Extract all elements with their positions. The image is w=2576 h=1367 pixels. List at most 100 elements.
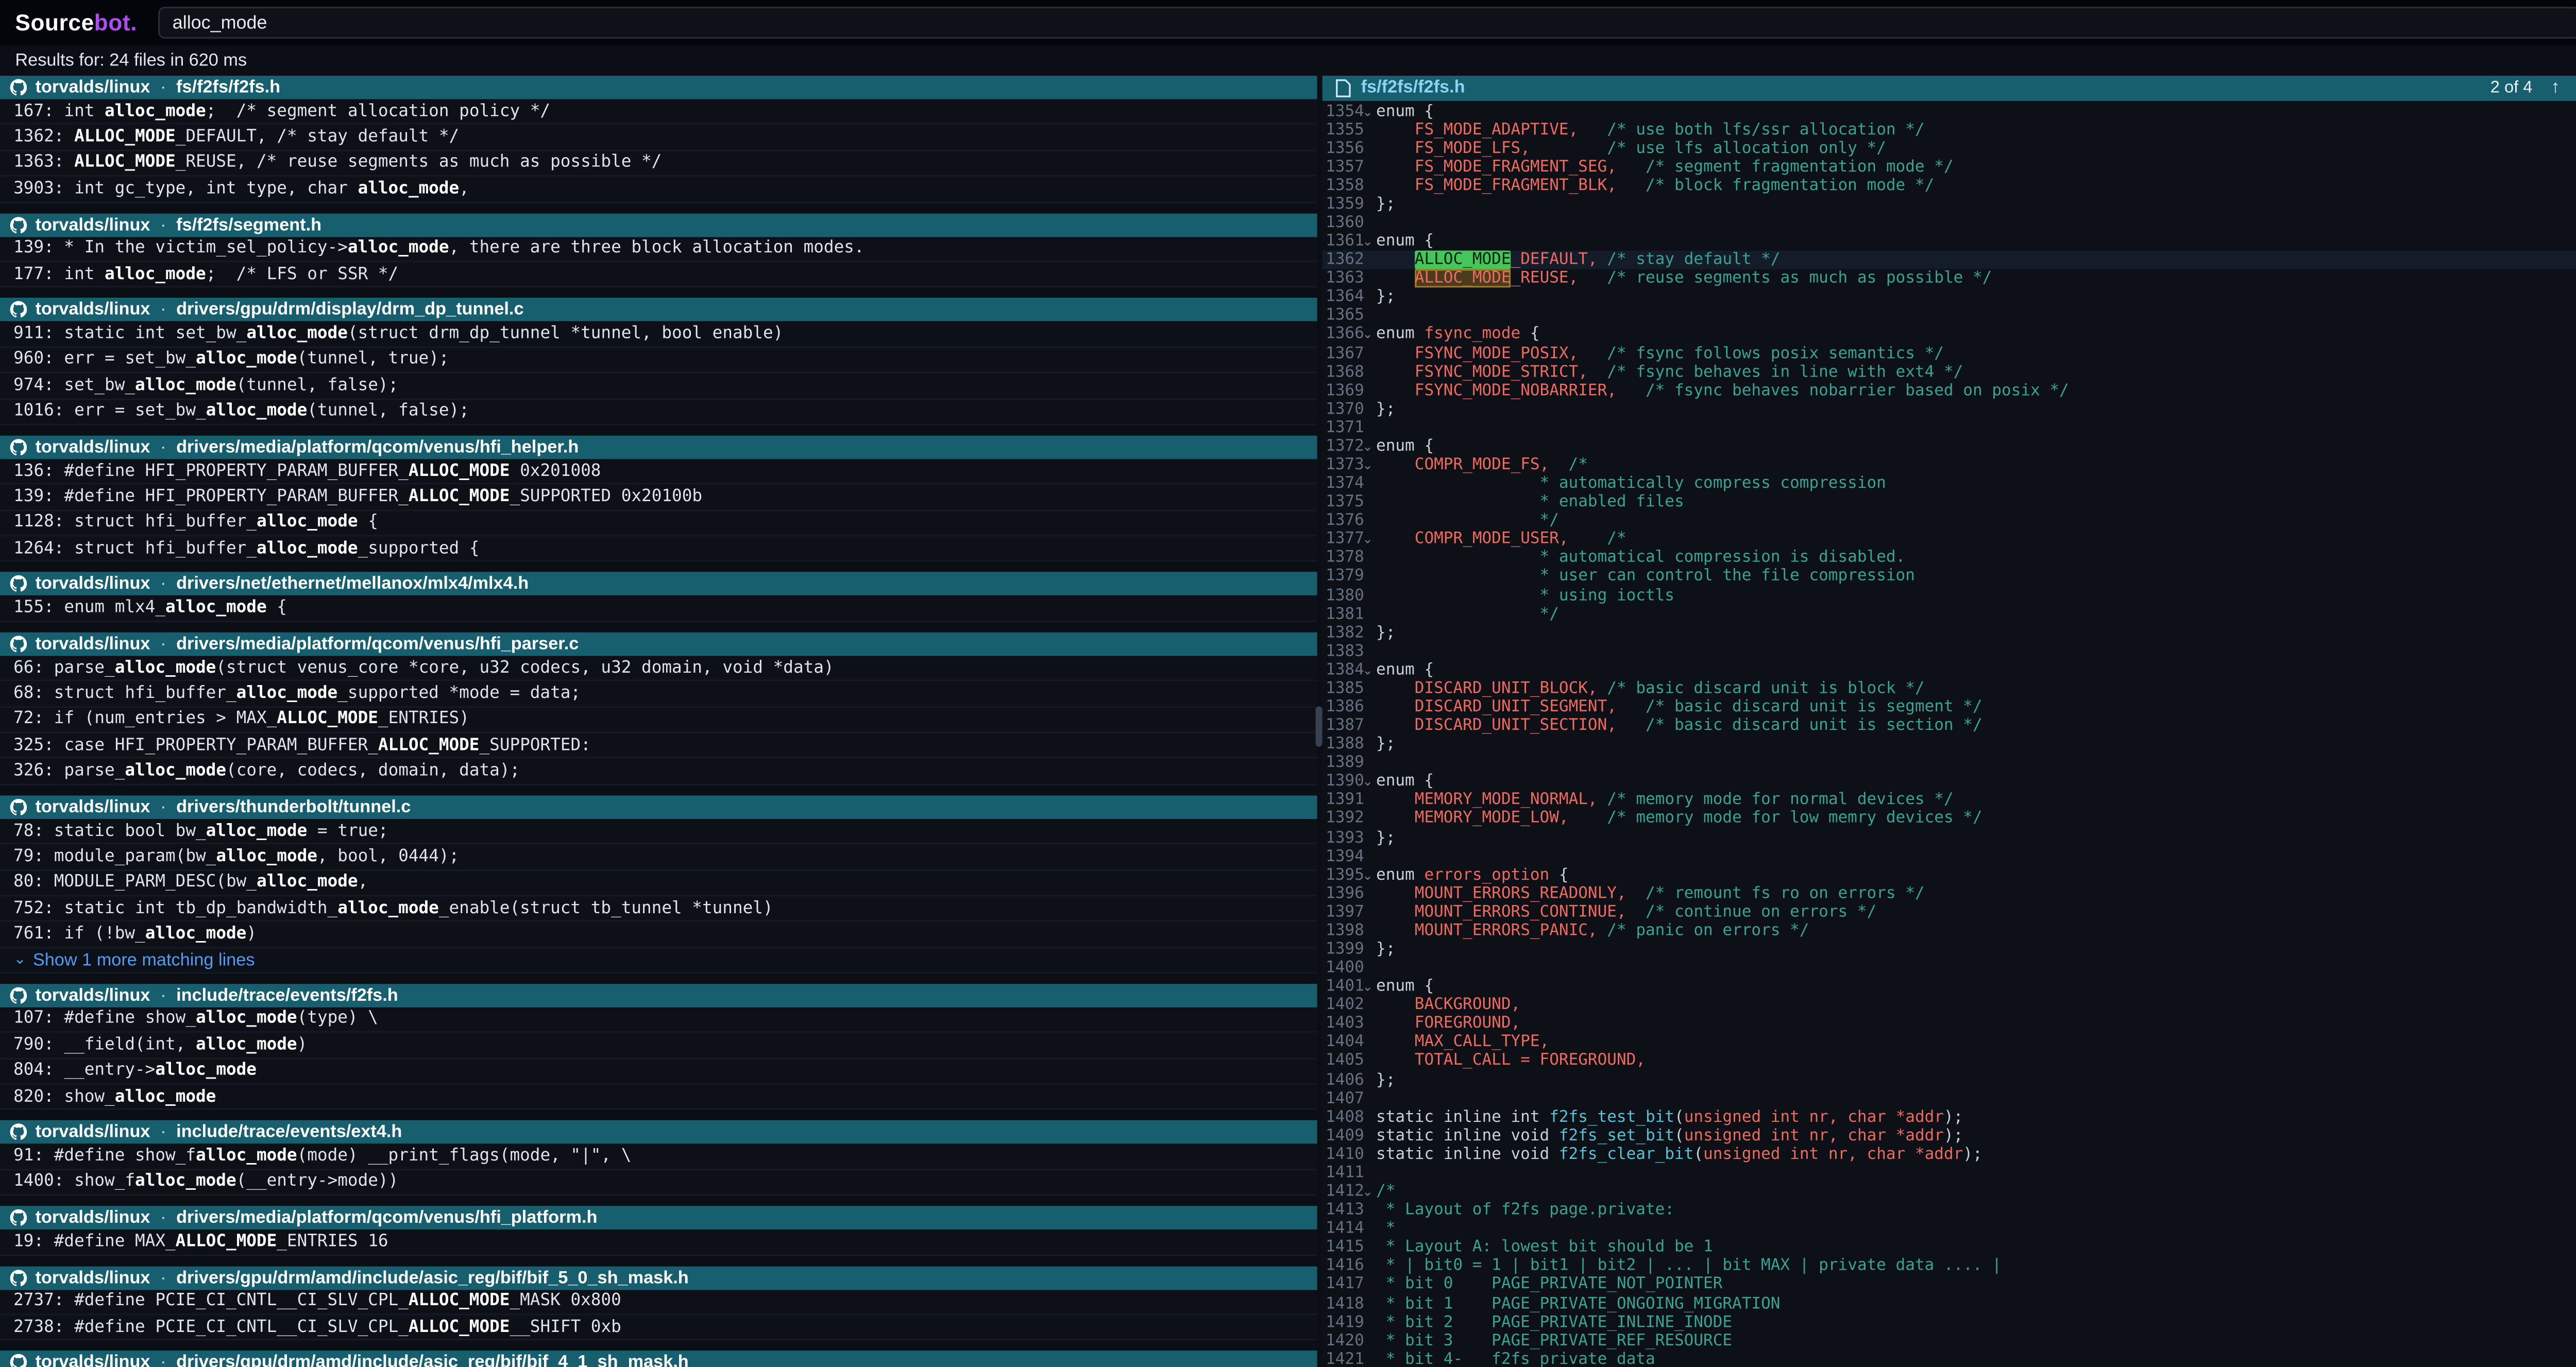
match-line[interactable]: 107: #define show_alloc_mode(type) \	[0, 1007, 1317, 1033]
code-line[interactable]: 1419 * bit 2 PAGE_PRIVATE_INLINE_INODE	[1323, 1313, 2576, 1331]
code-line[interactable]: 1393};	[1323, 828, 2576, 847]
file-group-header[interactable]: torvalds/linux·include/trace/events/f2fs…	[0, 983, 1317, 1007]
match-line[interactable]: 1362: ALLOC_MODE_DEFAULT, /* stay defaul…	[0, 125, 1317, 151]
panel-divider[interactable]	[1317, 76, 1323, 1367]
fold-chevron-icon[interactable]: ⌄	[1359, 531, 1376, 549]
code-line[interactable]: 1407	[1323, 1089, 2576, 1108]
code-line[interactable]: 1404 MAX_CALL_TYPE,	[1323, 1033, 2576, 1052]
code-line[interactable]: 1414 *	[1323, 1220, 2576, 1238]
code-line[interactable]: 1364};	[1323, 288, 2576, 306]
match-line[interactable]: 761: if (!bw_alloc_mode)	[0, 922, 1317, 948]
code-line[interactable]: 1408static inline int f2fs_test_bit(unsi…	[1323, 1108, 2576, 1126]
match-line[interactable]: 2737: #define PCIE_CI_CNTL__CI_SLV_CPL_A…	[0, 1289, 1317, 1315]
file-group-header[interactable]: torvalds/linux·drivers/gpu/drm/amd/inclu…	[0, 1351, 1317, 1367]
code-line[interactable]: 1402 BACKGROUND,	[1323, 996, 2576, 1015]
code-line[interactable]: 1416 * | bit0 = 1 | bit1 | bit2 | ... | …	[1323, 1257, 2576, 1275]
code-line[interactable]: 1418 * bit 1 PAGE_PRIVATE_ONGOING_MIGRAT…	[1323, 1294, 2576, 1313]
code-line[interactable]: 1369 FSYNC_MODE_NOBARRIER, /* fsync beha…	[1323, 381, 2576, 400]
match-line[interactable]: 66: parse_alloc_mode(struct venus_core *…	[0, 656, 1317, 681]
code-line[interactable]: 1379 * user can control the file compres…	[1323, 568, 2576, 586]
match-line[interactable]: 752: static int tb_dp_bandwidth_alloc_mo…	[0, 896, 1317, 922]
code-line[interactable]: 1395⌄enum errors_option {	[1323, 866, 2576, 884]
code-line[interactable]: 1390⌄enum {	[1323, 773, 2576, 791]
code-line[interactable]: 1388};	[1323, 735, 2576, 754]
code-line[interactable]: 1398 MOUNT_ERRORS_PANIC, /* panic on err…	[1323, 921, 2576, 940]
file-group-header[interactable]: torvalds/linux·drivers/media/platform/qc…	[0, 1206, 1317, 1230]
code-line[interactable]: 1382};	[1323, 623, 2576, 642]
match-line[interactable]: 1400: show_falloc_mode(__entry->mode))	[0, 1170, 1317, 1196]
fold-chevron-icon[interactable]: ⌄	[1359, 232, 1376, 251]
match-line[interactable]: 3903: int gc_type, int type, char alloc_…	[0, 177, 1317, 202]
match-line[interactable]: 326: parse_alloc_mode(core, codecs, doma…	[0, 759, 1317, 785]
fold-chevron-icon[interactable]: ⌄	[1359, 978, 1376, 996]
show-more-link[interactable]: ⌄Show 1 more matching lines	[0, 948, 1317, 973]
match-line[interactable]: 19: #define MAX_ALLOC_MODE_ENTRIES 16	[0, 1229, 1317, 1255]
file-group-header[interactable]: torvalds/linux·drivers/gpu/drm/amd/inclu…	[0, 1266, 1317, 1289]
fold-chevron-icon[interactable]: ⌄	[1359, 437, 1376, 456]
match-line[interactable]: 136: #define HFI_PROPERTY_PARAM_BUFFER_A…	[0, 459, 1317, 485]
match-line[interactable]: 1264: struct hfi_buffer_alloc_mode_suppo…	[0, 537, 1317, 562]
match-line[interactable]: 78: static bool bw_alloc_mode = true;	[0, 819, 1317, 845]
code-line[interactable]: 1356 FS_MODE_LFS, /* use lfs allocation …	[1323, 139, 2576, 158]
file-group-header[interactable]: torvalds/linux·drivers/media/platform/qc…	[0, 632, 1317, 656]
search-input[interactable]	[157, 7, 2576, 39]
match-line[interactable]: 155: enum mlx4_alloc_mode {	[0, 596, 1317, 622]
code-line[interactable]: 1389	[1323, 754, 2576, 773]
match-line[interactable]: 167: int alloc_mode; /* segment allocati…	[0, 99, 1317, 125]
code-line[interactable]: 1376 */	[1323, 511, 2576, 530]
code-line[interactable]: 1362 ALLOC_MODE_DEFAULT, /* stay default…	[1323, 251, 2576, 269]
code-line[interactable]: 1412⌄/*	[1323, 1183, 2576, 1201]
code-line[interactable]: 1378 * automatical compression is disabl…	[1323, 549, 2576, 568]
match-line[interactable]: 960: err = set_bw_alloc_mode(tunnel, tru…	[0, 348, 1317, 373]
code-line[interactable]: 1374 * automatically compress compressio…	[1323, 474, 2576, 493]
match-line[interactable]: 325: case HFI_PROPERTY_PARAM_BUFFER_ALLO…	[0, 733, 1317, 759]
panel-resize-grip[interactable]	[1315, 706, 1322, 746]
code-line[interactable]: 1421 * bit 4- f2fs private data	[1323, 1350, 2576, 1367]
code-line[interactable]: 1397 MOUNT_ERRORS_CONTINUE, /* continue …	[1323, 903, 2576, 921]
code-line[interactable]: 1383	[1323, 642, 2576, 661]
file-group-header[interactable]: torvalds/linux·fs/f2fs/f2fs.h	[0, 76, 1317, 99]
prev-match-button[interactable]: ↑	[2546, 79, 2565, 96]
code-line[interactable]: 1403 FOREGROUND,	[1323, 1015, 2576, 1033]
code-line[interactable]: 1406};	[1323, 1071, 2576, 1089]
code-line[interactable]: 1368 FSYNC_MODE_STRICT, /* fsync behaves…	[1323, 363, 2576, 381]
file-group-header[interactable]: torvalds/linux·drivers/net/ethernet/mell…	[0, 573, 1317, 596]
match-line[interactable]: 911: static int set_bw_alloc_mode(struct…	[0, 322, 1317, 348]
match-line[interactable]: 974: set_bw_alloc_mode(tunnel, false);	[0, 373, 1317, 399]
match-line[interactable]: 177: int alloc_mode; /* LFS or SSR */	[0, 262, 1317, 288]
code-line[interactable]: 1358 FS_MODE_FRAGMENT_BLK, /* block frag…	[1323, 176, 2576, 195]
fold-chevron-icon[interactable]: ⌄	[1359, 326, 1376, 344]
code-line[interactable]: 1396 MOUNT_ERRORS_READONLY, /* remount f…	[1323, 884, 2576, 903]
code-line[interactable]: 1360	[1323, 214, 2576, 232]
code-line[interactable]: 1409static inline void f2fs_set_bit(unsi…	[1323, 1126, 2576, 1145]
code-line[interactable]: 1384⌄enum {	[1323, 661, 2576, 679]
code-line[interactable]: 1363 ALLOC_MODE_REUSE, /* reuse segments…	[1323, 269, 2576, 288]
match-line[interactable]: 68: struct hfi_buffer_alloc_mode_support…	[0, 681, 1317, 707]
code-line[interactable]: 1359};	[1323, 195, 2576, 213]
code-line[interactable]: 1387 DISCARD_UNIT_SECTION, /* basic disc…	[1323, 716, 2576, 735]
code-line[interactable]: 1381 */	[1323, 605, 2576, 623]
code-line[interactable]: 1357 FS_MODE_FRAGMENT_SEG, /* segment fr…	[1323, 158, 2576, 176]
code-line[interactable]: 1377⌄ COMPR_MODE_USER, /*	[1323, 531, 2576, 549]
file-group-header[interactable]: torvalds/linux·include/trace/events/ext4…	[0, 1121, 1317, 1144]
code-line[interactable]: 1367 FSYNC_MODE_POSIX, /* fsync follows …	[1323, 344, 2576, 363]
fold-chevron-icon[interactable]: ⌄	[1359, 456, 1376, 474]
code-line[interactable]: 1361⌄enum {	[1323, 232, 2576, 251]
fold-chevron-icon[interactable]: ⌄	[1359, 866, 1376, 884]
file-group-header[interactable]: torvalds/linux·fs/f2fs/segment.h	[0, 213, 1317, 236]
match-line[interactable]: 2738: #define PCIE_CI_CNTL__CI_SLV_CPL_A…	[0, 1315, 1317, 1341]
code-line[interactable]: 1386 DISCARD_UNIT_SEGMENT, /* basic disc…	[1323, 698, 2576, 716]
code-line[interactable]: 1400	[1323, 959, 2576, 978]
fold-chevron-icon[interactable]: ⌄	[1359, 661, 1376, 679]
code-line[interactable]: 1365	[1323, 306, 2576, 325]
code-line[interactable]: 1355 FS_MODE_ADAPTIVE, /* use both lfs/s…	[1323, 121, 2576, 139]
match-line[interactable]: 72: if (num_entries > MAX_ALLOC_MODE_ENT…	[0, 708, 1317, 733]
code-line[interactable]: 1415 * Layout A: lowest bit should be 1	[1323, 1238, 2576, 1257]
match-line[interactable]: 80: MODULE_PARM_DESC(bw_alloc_mode,	[0, 870, 1317, 896]
code-line[interactable]: 1394	[1323, 847, 2576, 865]
match-line[interactable]: 139: #define HFI_PROPERTY_PARAM_BUFFER_A…	[0, 485, 1317, 510]
code-line[interactable]: 1371	[1323, 418, 2576, 437]
sourcebot-logo[interactable]: Sourcebot.	[15, 10, 137, 36]
code-line[interactable]: 1420 * bit 3 PAGE_PRIVATE_REF_RESOURCE	[1323, 1331, 2576, 1350]
code-line[interactable]: 1366⌄enum fsync_mode {	[1323, 326, 2576, 344]
